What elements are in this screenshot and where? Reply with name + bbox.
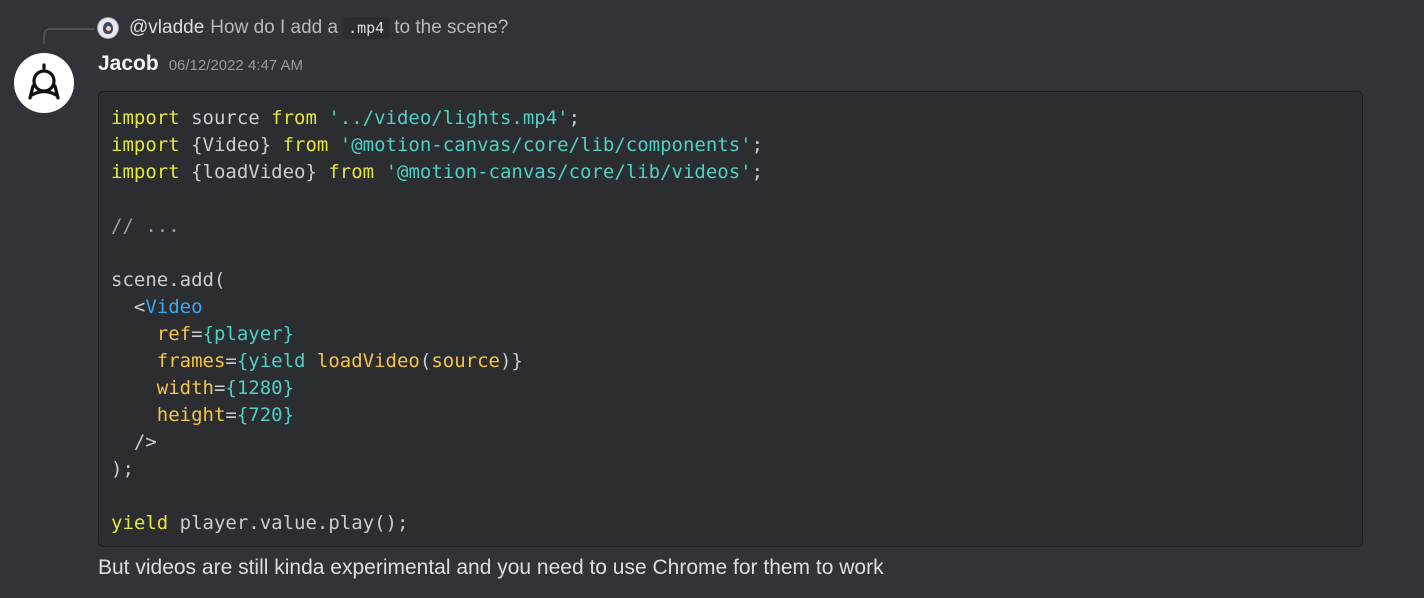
- code-line: );: [111, 456, 1350, 483]
- code-line: frames={yield loadVideo(source)}: [111, 348, 1350, 375]
- code-value: {720}: [236, 404, 295, 426]
- reply-inline-code[interactable]: .mp4: [343, 17, 390, 39]
- code-attr: width: [111, 377, 214, 399]
- code-token: '../video/lights.mp4': [316, 107, 569, 129]
- code-token: import: [111, 134, 180, 156]
- code-token: =: [225, 404, 237, 426]
- code-function: loadVideo: [316, 350, 420, 372]
- code-value: {1280}: [225, 377, 295, 399]
- code-line: <Video: [111, 294, 1350, 321]
- code-value: {yield: [236, 350, 317, 372]
- code-token: );: [111, 458, 134, 480]
- code-token: {loadVideo}: [179, 161, 329, 183]
- code-line: ref={player}: [111, 321, 1350, 348]
- code-token: from: [328, 161, 375, 183]
- code-token: }: [511, 350, 523, 372]
- code-token: />: [111, 431, 157, 453]
- code-line: height={720}: [111, 402, 1350, 429]
- code-line: import {loadVideo} from '@motion-canvas/…: [111, 159, 1350, 186]
- author-username[interactable]: Jacob: [98, 52, 159, 76]
- author-avatar[interactable]: [14, 53, 74, 113]
- code-line: yield player.value.play();: [111, 510, 1350, 537]
- code-comment: // ...: [111, 215, 180, 237]
- code-line: width={1280}: [111, 375, 1350, 402]
- code-token: ;: [568, 107, 581, 129]
- code-token: from: [282, 134, 329, 156]
- code-token: import: [111, 161, 180, 183]
- reply-text-before[interactable]: How do I add a: [210, 17, 338, 39]
- code-token: import: [111, 107, 180, 129]
- code-token: ): [499, 350, 512, 372]
- code-line: import source from '../video/lights.mp4'…: [111, 105, 1350, 132]
- code-token: =: [225, 350, 237, 372]
- code-token: from: [271, 107, 317, 129]
- code-token: '@motion-canvas/core/lib/videos': [374, 161, 752, 183]
- reply-username[interactable]: @vladde: [129, 17, 204, 39]
- reply-preview[interactable]: @vladde How do I add a .mp4 to the scene…: [97, 16, 508, 40]
- code-token: (: [419, 350, 432, 372]
- code-token: source: [179, 107, 272, 129]
- code-line: // ...: [111, 213, 1350, 240]
- code-line: />: [111, 429, 1350, 456]
- reply-avatar[interactable]: [97, 17, 119, 39]
- reply-spine: [43, 28, 95, 44]
- code-attr: ref: [111, 323, 192, 345]
- code-token: yield: [111, 512, 169, 534]
- message-header: Jacob 06/12/2022 4:47 AM: [98, 52, 303, 76]
- code-line: import {Video} from '@motion-canvas/core…: [111, 132, 1350, 159]
- code-line: scene.add(: [111, 267, 1350, 294]
- reply-text-after[interactable]: to the scene?: [394, 17, 508, 39]
- code-token: =: [213, 377, 226, 399]
- motion-canvas-logo-icon: [28, 63, 60, 100]
- code-token: =: [191, 323, 203, 345]
- code-value: {player}: [202, 323, 295, 345]
- message-text: But videos are still kinda experimental …: [98, 556, 884, 579]
- code-attr: height: [111, 404, 226, 426]
- code-attr: frames: [111, 350, 226, 372]
- code-token: player.value.play();: [168, 512, 409, 534]
- code-token: {Video}: [179, 134, 283, 156]
- code-token: ;: [751, 134, 764, 156]
- code-token: scene.add(: [111, 269, 226, 291]
- code-token: ;: [751, 161, 764, 183]
- code-block[interactable]: import source from '../video/lights.mp4'…: [98, 91, 1363, 547]
- code-token: <: [111, 296, 146, 318]
- message-timestamp[interactable]: 06/12/2022 4:47 AM: [169, 57, 303, 74]
- code-tag: Video: [145, 296, 203, 318]
- code-arg: source: [431, 350, 500, 372]
- chat-message: @vladde How do I add a .mp4 to the scene…: [0, 0, 1424, 598]
- code-token: '@motion-canvas/core/lib/components': [328, 134, 752, 156]
